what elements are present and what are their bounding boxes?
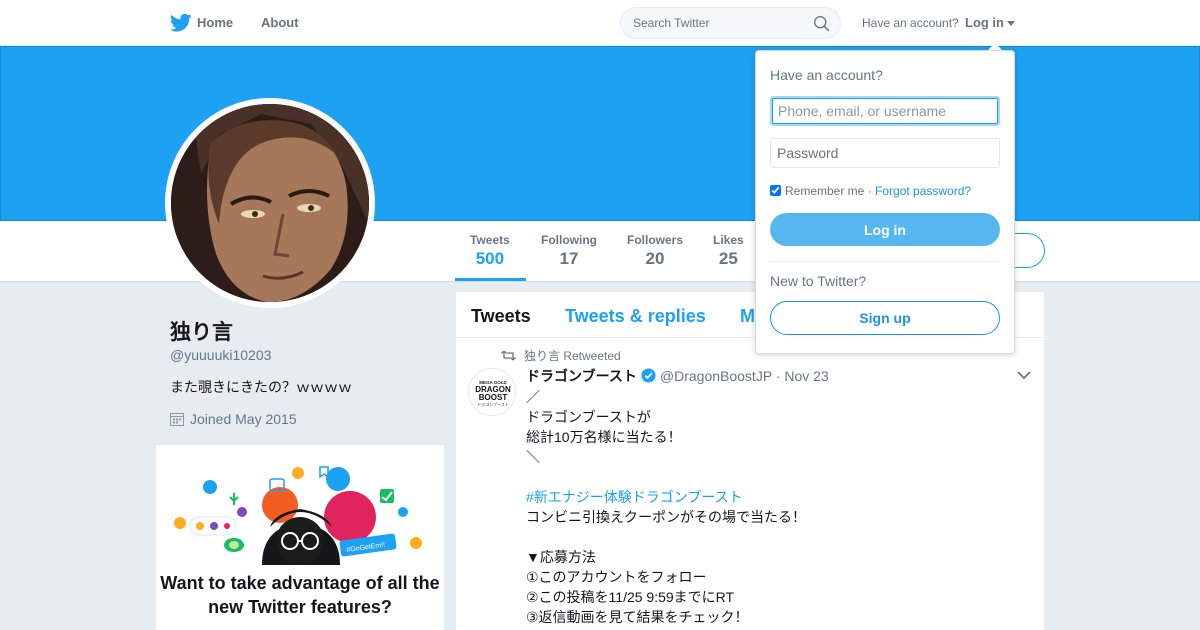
forgot-password-link[interactable]: Forgot password?: [875, 184, 971, 198]
stat-label: Likes: [713, 233, 744, 247]
promo-title: Want to take advantage of all the new Tw…: [160, 573, 440, 617]
search-box[interactable]: Search Twitter: [620, 7, 841, 39]
remember-me-checkbox[interactable]: [770, 185, 781, 196]
account-question: Have an account?: [862, 16, 959, 30]
search-icon[interactable]: [813, 15, 830, 32]
remember-row: Remember me · Forgot password?: [770, 184, 971, 198]
caret-down-icon: [1007, 21, 1015, 27]
dragon-boost-logo: MEGA GOLD DRAGON BOOST ドラゴンブースト: [469, 369, 515, 415]
svg-text:ドラゴンブースト: ドラゴンブースト: [477, 401, 509, 407]
tweet-line: ③返信動画を見て結果をチェック！: [526, 609, 749, 625]
active-stat-underline: [455, 278, 526, 281]
stat-label: Following: [541, 233, 597, 247]
verified-badge-icon: [641, 368, 656, 383]
tweet-hashtag-link[interactable]: #新エナジー体験ドラゴンブースト: [526, 487, 806, 507]
tweet-line: コンビニ引換えクーポンがその場で当たる！: [526, 509, 806, 525]
tweet-header: ドラゴンブースト @DragonBoostJP · Nov 23: [526, 366, 829, 386]
tweet-line: [526, 527, 806, 547]
login-menu-toggle[interactable]: Log in: [965, 15, 1015, 30]
tweet-text: ／ ドラゴンブーストが 総計10万名様に当たる！ ＼ #新エナジー体験ドラゴンブ…: [526, 387, 806, 627]
tweet-date[interactable]: · Nov 23: [776, 368, 829, 384]
tweet-author-name[interactable]: ドラゴンブースト: [526, 368, 637, 384]
stat-tweets[interactable]: Tweets 500: [470, 233, 510, 269]
login-dropdown: Have an account? Remember me · Forgot pa…: [755, 50, 1015, 354]
tweet-line: [526, 467, 806, 487]
profile-bio: また覗きにきたの？ｗｗｗｗ: [170, 379, 352, 395]
top-nav: Home About Search Twitter Have an accoun…: [0, 0, 1200, 46]
stat-value: 25: [718, 249, 738, 268]
calendar-icon: [170, 413, 184, 426]
password-field[interactable]: [770, 138, 1000, 168]
remember-me-label[interactable]: Remember me: [785, 184, 864, 198]
tweet-line: ＼: [526, 449, 540, 465]
svg-text:BOOST: BOOST: [479, 393, 508, 402]
nav-about-link[interactable]: About: [261, 15, 299, 30]
tweet-line: 総計10万名様に当たる！: [526, 429, 682, 445]
stat-followers[interactable]: Followers 20: [627, 233, 683, 269]
stat-following[interactable]: Following 17: [541, 233, 597, 269]
tab-tweets-replies[interactable]: Tweets & replies: [565, 306, 706, 327]
retweet-icon: [501, 350, 516, 361]
stat-value: 17: [559, 249, 579, 268]
promo-illustration: #GoGetEm!!: [174, 466, 422, 565]
stat-label: Tweets: [470, 233, 510, 247]
tweet-line: ①このアカウントをフォロー: [526, 569, 707, 585]
retweet-context[interactable]: 独り言 Retweeted: [501, 347, 621, 364]
stat-value: 500: [475, 249, 505, 268]
tab-media[interactable]: M: [740, 306, 755, 327]
tweet-avatar[interactable]: MEGA GOLD DRAGON BOOST ドラゴンブースト: [468, 368, 516, 416]
avatar-portrait: [171, 104, 369, 302]
username-field[interactable]: [770, 96, 1000, 126]
divider: [770, 261, 1000, 262]
retweet-note: 独り言 Retweeted: [524, 349, 621, 363]
profile-name[interactable]: 独り言: [170, 316, 233, 346]
tweet-line: ▼応募方法: [526, 549, 596, 565]
profile-avatar[interactable]: [165, 98, 375, 308]
stat-likes[interactable]: Likes 25: [713, 233, 744, 269]
dropdown-question: Have an account?: [770, 67, 883, 83]
profile-joined: Joined May 2015: [170, 411, 297, 427]
stat-label: Followers: [627, 233, 684, 247]
login-button[interactable]: Log in: [770, 213, 1000, 246]
nav-home-link[interactable]: Home: [197, 15, 233, 30]
tweet-line: ②この投稿を11/25 9:59までにRT: [526, 589, 735, 605]
promo-card: #GoGetEm!! Want to take advantage of all…: [156, 445, 444, 630]
tab-tweets[interactable]: Tweets: [471, 306, 531, 327]
tweet-line: ドラゴンブーストが: [526, 409, 651, 425]
twitter-bird-icon[interactable]: [170, 13, 192, 33]
login-menu-label: Log in: [965, 15, 1004, 30]
search-input[interactable]: Search Twitter: [633, 16, 709, 30]
new-to-twitter-label: New to Twitter?: [770, 273, 867, 289]
tweet-line: ／: [526, 389, 540, 405]
avatar-image: [171, 104, 369, 302]
profile-handle[interactable]: @yuuuuki10203: [170, 347, 271, 363]
tweet-author-handle[interactable]: @DragonBoostJP: [660, 368, 772, 384]
joined-date: Joined May 2015: [190, 411, 297, 427]
stat-value: 20: [645, 249, 665, 268]
signup-button[interactable]: Sign up: [770, 301, 1000, 335]
chevron-down-icon[interactable]: [1017, 370, 1031, 380]
